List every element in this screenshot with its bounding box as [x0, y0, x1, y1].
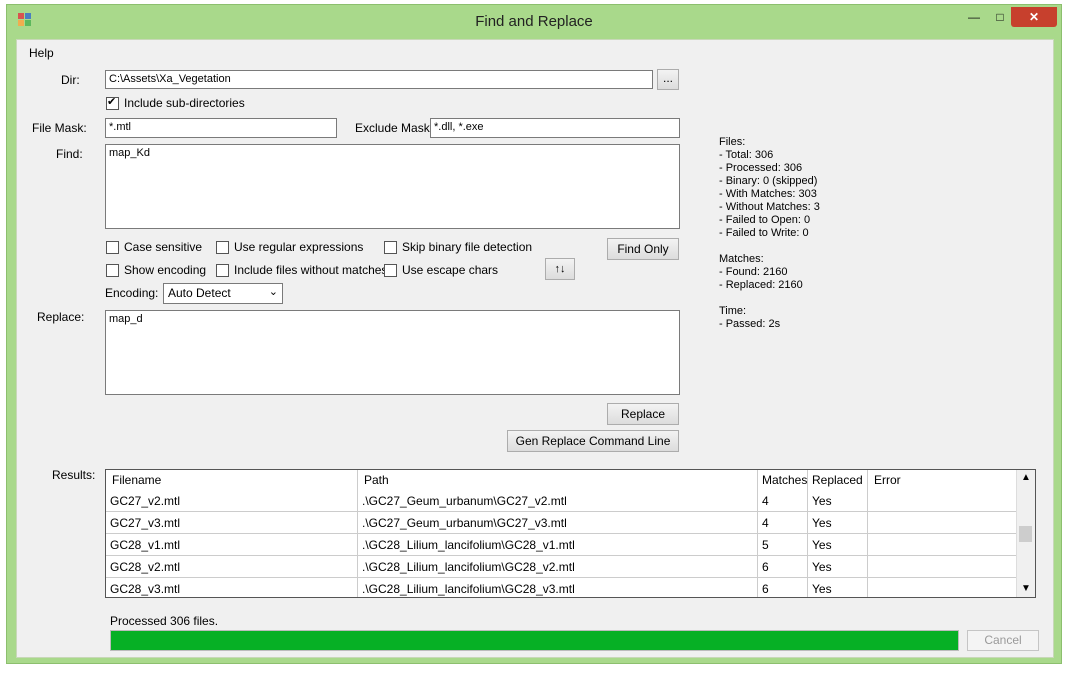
cell-replaced: Yes — [808, 512, 868, 534]
cell-path: .\GC27_Geum_urbanum\GC27_v3.mtl — [358, 512, 758, 534]
col-matches[interactable]: Matches — [758, 470, 808, 490]
cell-matches: 6 — [758, 578, 808, 597]
window-title: Find and Replace — [475, 13, 593, 30]
find-replace-window: Find and Replace — □ ✕ Help Dir: C:\Asse… — [6, 4, 1062, 664]
find-textarea[interactable]: map_Kd — [105, 144, 680, 229]
cell-replaced: Yes — [808, 556, 868, 578]
progress-bar — [110, 630, 959, 651]
case-sensitive-checkbox[interactable] — [106, 241, 119, 254]
minimize-icon: — — [968, 10, 980, 24]
files-stats: Files: - Total: 306 - Processed: 306 - B… — [719, 136, 820, 239]
cell-replaced: Yes — [808, 534, 868, 556]
replace-button[interactable]: Replace — [607, 403, 679, 425]
cancel-button[interactable]: Cancel — [967, 630, 1039, 651]
close-icon: ✕ — [1028, 10, 1040, 24]
use-escape-checkbox[interactable] — [384, 264, 397, 277]
exclude-mask-input[interactable]: *.dll, *.exe — [430, 118, 680, 138]
cell-error — [868, 512, 1017, 534]
cell-filename: GC27_v3.mtl — [106, 512, 358, 534]
cell-error — [868, 534, 1017, 556]
replace-label: Replace: — [37, 310, 85, 324]
find-only-button[interactable]: Find Only — [607, 238, 679, 260]
include-no-matches-checkbox[interactable] — [216, 264, 229, 277]
cell-path: .\GC27_Geum_urbanum\GC27_v2.mtl — [358, 490, 758, 512]
use-regex-checkbox[interactable] — [216, 241, 229, 254]
cell-replaced: Yes — [808, 578, 868, 597]
cell-matches: 6 — [758, 556, 808, 578]
use-regex-label: Use regular expressions — [234, 240, 364, 254]
col-replaced[interactable]: Replaced — [808, 470, 868, 490]
show-encoding-label: Show encoding — [124, 263, 207, 277]
case-sensitive-label: Case sensitive — [124, 240, 203, 254]
scroll-up-icon[interactable]: ▲ — [1017, 470, 1035, 486]
results-grid[interactable]: Filename Path Matches Replaced Error GC2… — [105, 469, 1036, 598]
find-label: Find: — [56, 147, 83, 161]
col-filename[interactable]: Filename — [106, 470, 358, 490]
browse-button[interactable]: ... — [657, 69, 679, 90]
col-error[interactable]: Error — [868, 470, 1017, 490]
title-bar[interactable]: Find and Replace — □ ✕ — [7, 5, 1061, 37]
use-escape-label: Use escape chars — [402, 263, 499, 277]
time-stats: Time: - Passed: 2s — [719, 305, 781, 330]
cell-matches: 4 — [758, 490, 808, 512]
results-label: Results: — [52, 468, 96, 482]
results-header: Filename Path Matches Replaced Error — [106, 470, 1017, 490]
dir-input[interactable]: C:\Assets\Xa_Vegetation — [105, 70, 653, 89]
table-row[interactable]: GC27_v2.mtl .\GC27_Geum_urbanum\GC27_v2.… — [106, 490, 1017, 512]
exclude-mask-label: Exclude Mask: — [355, 121, 434, 135]
cell-error — [868, 556, 1017, 578]
cell-path: .\GC28_Lilium_lancifolium\GC28_v1.mtl — [358, 534, 758, 556]
cell-path: .\GC28_Lilium_lancifolium\GC28_v3.mtl — [358, 578, 758, 597]
cell-path: .\GC28_Lilium_lancifolium\GC28_v2.mtl — [358, 556, 758, 578]
menu-help[interactable]: Help — [29, 46, 54, 60]
table-row[interactable]: GC28_v3.mtl .\GC28_Lilium_lancifolium\GC… — [106, 578, 1017, 597]
skip-binary-label: Skip binary file detection — [402, 240, 533, 254]
table-row[interactable]: GC28_v1.mtl .\GC28_Lilium_lancifolium\GC… — [106, 534, 1017, 556]
file-mask-input[interactable]: *.mtl — [105, 118, 337, 138]
chevron-down-icon: ⌄ — [268, 286, 278, 298]
matches-stats: Matches: - Found: 2160 - Replaced: 2160 — [719, 253, 803, 291]
encoding-select[interactable]: Auto Detect ⌄ — [163, 283, 283, 304]
table-row[interactable]: GC27_v3.mtl .\GC27_Geum_urbanum\GC27_v3.… — [106, 512, 1017, 534]
swap-button[interactable]: ↑↓ — [545, 258, 575, 280]
cell-filename: GC28_v2.mtl — [106, 556, 358, 578]
encoding-value: Auto Detect — [168, 286, 231, 300]
replace-textarea[interactable]: map_d — [105, 310, 680, 395]
include-subdirs-label: Include sub-directories — [124, 96, 245, 110]
include-subdirs-checkbox[interactable] — [106, 95, 119, 110]
cell-replaced: Yes — [808, 490, 868, 512]
cell-filename: GC27_v2.mtl — [106, 490, 358, 512]
scroll-down-icon[interactable]: ▼ — [1017, 581, 1035, 597]
cell-error — [868, 578, 1017, 597]
client-area: Help Dir: C:\Assets\Xa_Vegetation ... In… — [16, 39, 1054, 658]
cell-filename: GC28_v3.mtl — [106, 578, 358, 597]
skip-binary-checkbox[interactable] — [384, 241, 397, 254]
cell-matches: 4 — [758, 512, 808, 534]
cell-matches: 5 — [758, 534, 808, 556]
close-button[interactable]: ✕ — [1011, 7, 1057, 27]
scroll-thumb[interactable] — [1019, 526, 1032, 542]
gen-command-line-button[interactable]: Gen Replace Command Line — [507, 430, 679, 452]
dir-label: Dir: — [61, 73, 80, 87]
encoding-label: Encoding: — [105, 286, 159, 300]
table-row[interactable]: GC28_v2.mtl .\GC28_Lilium_lancifolium\GC… — [106, 556, 1017, 578]
cell-filename: GC28_v1.mtl — [106, 534, 358, 556]
minimize-button[interactable]: — — [961, 7, 987, 27]
file-mask-label: File Mask: — [32, 121, 87, 135]
results-scrollbar[interactable]: ▲ ▼ — [1016, 470, 1035, 597]
progress-fill — [111, 631, 958, 650]
col-path[interactable]: Path — [358, 470, 758, 490]
include-no-matches-label: Include files without matches — [234, 263, 388, 277]
show-encoding-checkbox[interactable] — [106, 264, 119, 277]
cell-error — [868, 490, 1017, 512]
maximize-button[interactable]: □ — [987, 7, 1013, 27]
maximize-icon: □ — [996, 10, 1004, 24]
status-text: Processed 306 files. — [110, 614, 219, 628]
